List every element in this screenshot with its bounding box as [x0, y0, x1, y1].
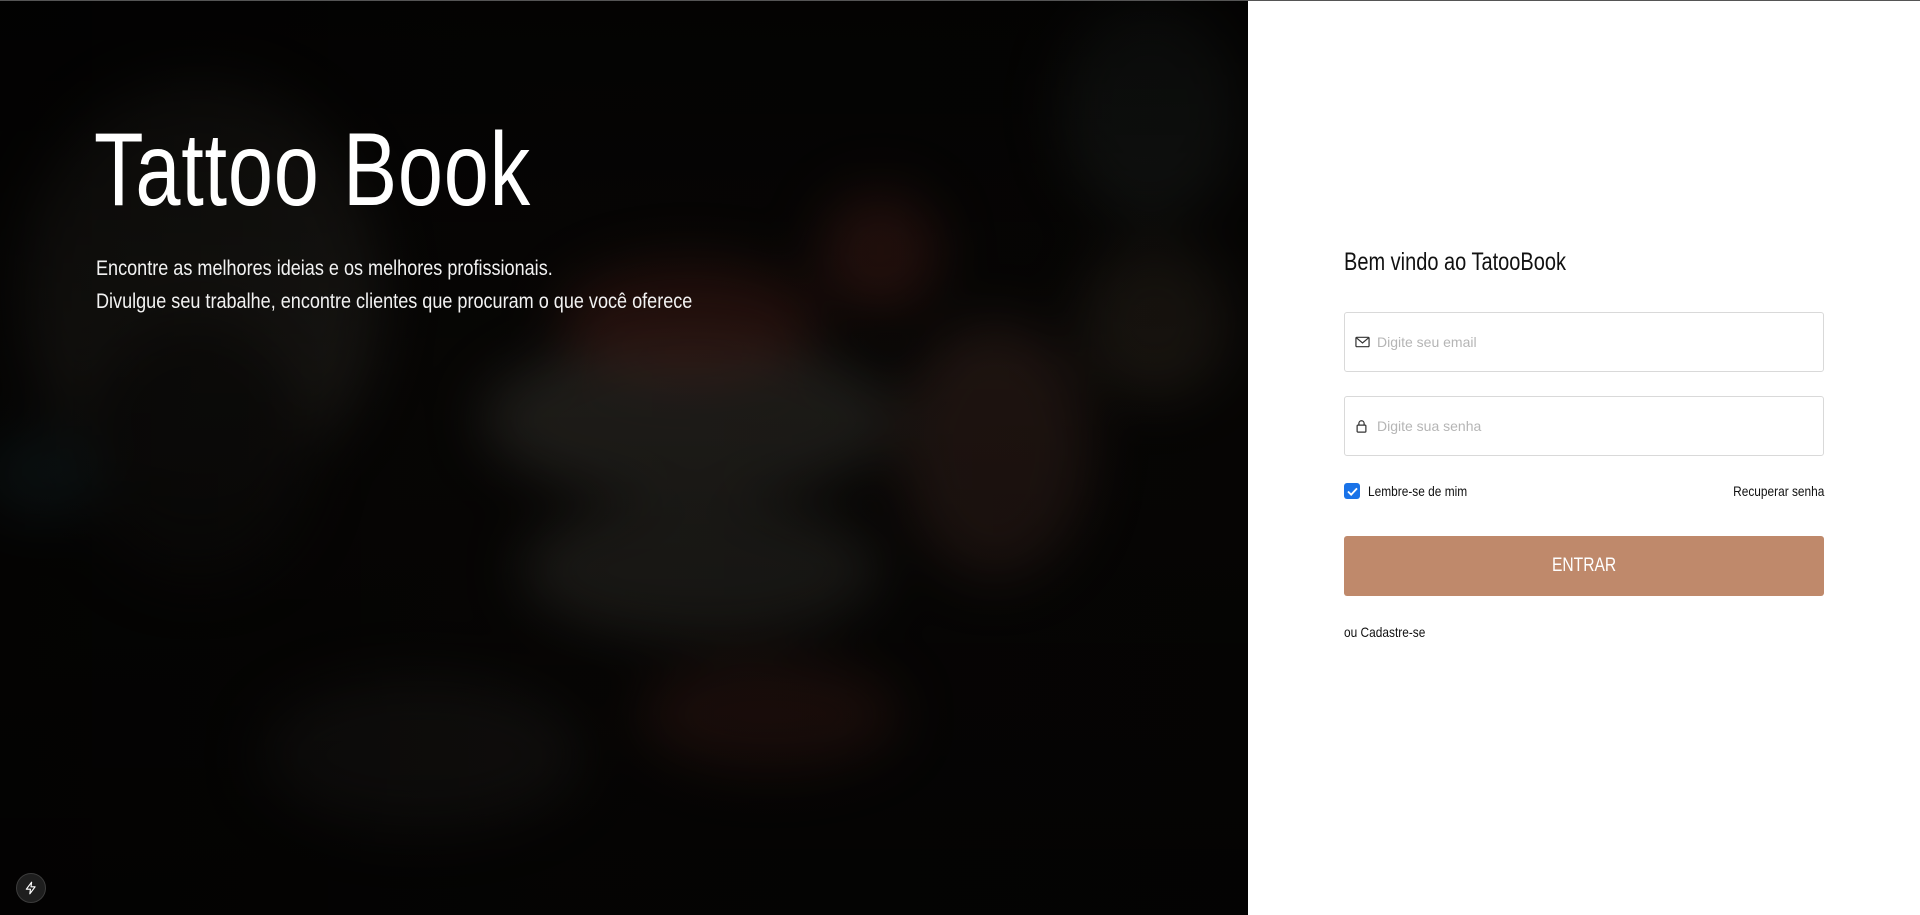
hero-subtitle-line-1: Encontre as melhores ideias e os melhore… [96, 257, 553, 280]
lock-icon [1355, 418, 1371, 434]
login-options: Lembre-se de mim Recuperar senha [1344, 480, 1824, 502]
hero-subtitle: Encontre as melhores ideias e os melhore… [96, 252, 692, 318]
login-button-label: ENTRAR [1551, 555, 1617, 576]
lightning-bolt-icon [24, 881, 38, 895]
dev-tools-button[interactable] [16, 873, 46, 903]
hero-subtitle-line-2: Divulgue seu trabalhe, encontre clientes… [96, 290, 693, 313]
login-panel: Bem vindo ao TatooBook Lembre-se de mim … [1248, 0, 1920, 915]
top-border [0, 0, 1920, 1]
envelope-icon [1355, 334, 1371, 350]
email-field[interactable] [1344, 312, 1824, 372]
password-input[interactable] [1377, 397, 1823, 455]
login-form: Bem vindo ao TatooBook Lembre-se de mim … [1344, 248, 1824, 642]
welcome-heading: Bem vindo ao TatooBook [1344, 248, 1567, 276]
hero-section: Tattoo Book Encontre as melhores ideias … [0, 0, 1248, 915]
remember-me-checkbox[interactable]: Lembre-se de mim [1344, 483, 1485, 499]
signup-link[interactable]: ou Cadastre-se [1344, 624, 1425, 640]
checkmark-icon[interactable] [1344, 483, 1360, 499]
hero-title: Tattoo Book [94, 112, 531, 228]
remember-me-label: Lembre-se de mim [1368, 483, 1468, 499]
login-button[interactable]: ENTRAR [1344, 536, 1824, 596]
recover-password-link[interactable]: Recuperar senha [1733, 483, 1824, 499]
password-field[interactable] [1344, 396, 1824, 456]
email-input[interactable] [1377, 313, 1823, 371]
